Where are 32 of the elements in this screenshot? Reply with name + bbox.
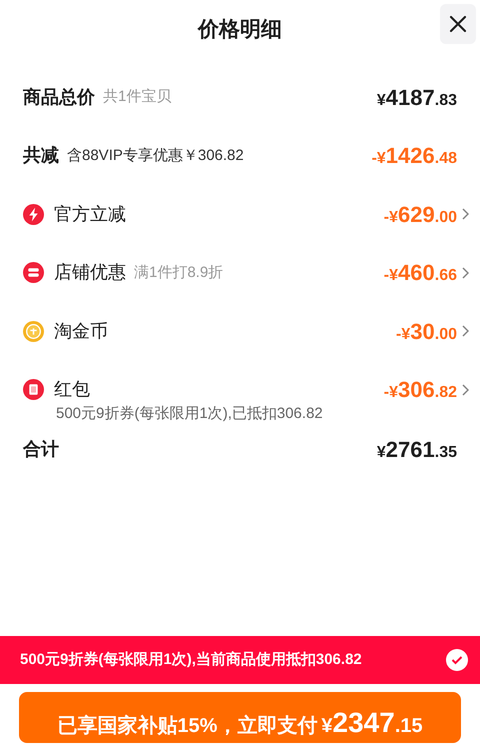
row-detail: 500元9折券(每张限用1次),已抵扣306.82: [56, 404, 324, 424]
price-amount: -¥460.66: [384, 259, 457, 288]
coin-icon: [23, 320, 44, 342]
row-label: 淘金币: [54, 320, 108, 343]
chevron-right-icon[interactable]: [462, 325, 469, 338]
price-amount: ¥4187.83: [376, 84, 457, 112]
check-icon[interactable]: [446, 649, 468, 671]
price-amount: -¥629.00: [384, 200, 457, 229]
row-label: 共减: [23, 144, 59, 168]
row-label: 红包: [54, 378, 90, 402]
row-label: 官方立减: [54, 202, 126, 226]
row-label: 合计: [23, 438, 59, 461]
price-amount: -¥1426.48: [372, 142, 457, 170]
price-amount: ¥2761.35: [376, 436, 457, 464]
chevron-right-icon[interactable]: [462, 208, 469, 220]
close-icon: [449, 15, 467, 33]
bolt-icon: [23, 204, 44, 225]
sheet-title: 价格明细: [198, 17, 282, 44]
row-note: 含88VIP专享优惠￥306.82: [67, 146, 244, 166]
price-amount: -¥306.82: [384, 376, 457, 404]
price-amount: -¥30.00: [396, 318, 457, 346]
envelope-icon: [23, 379, 44, 400]
row-note: 满1件打8.9折: [134, 262, 224, 282]
row-note: 共1件宝贝: [103, 87, 172, 107]
chevron-right-icon[interactable]: [462, 384, 469, 396]
row-label: 店铺优惠: [54, 261, 126, 284]
coupon-text: 500元9折券(每张限用1次),当前商品使用抵扣306.82: [20, 650, 362, 670]
chevron-right-icon[interactable]: [462, 266, 469, 279]
store-icon: [23, 262, 44, 284]
pay-button[interactable]: 已享国家补贴15%，立即支付 ¥2347.15: [19, 692, 461, 742]
close-button[interactable]: [440, 4, 476, 44]
row-label: 商品总价: [23, 86, 95, 109]
